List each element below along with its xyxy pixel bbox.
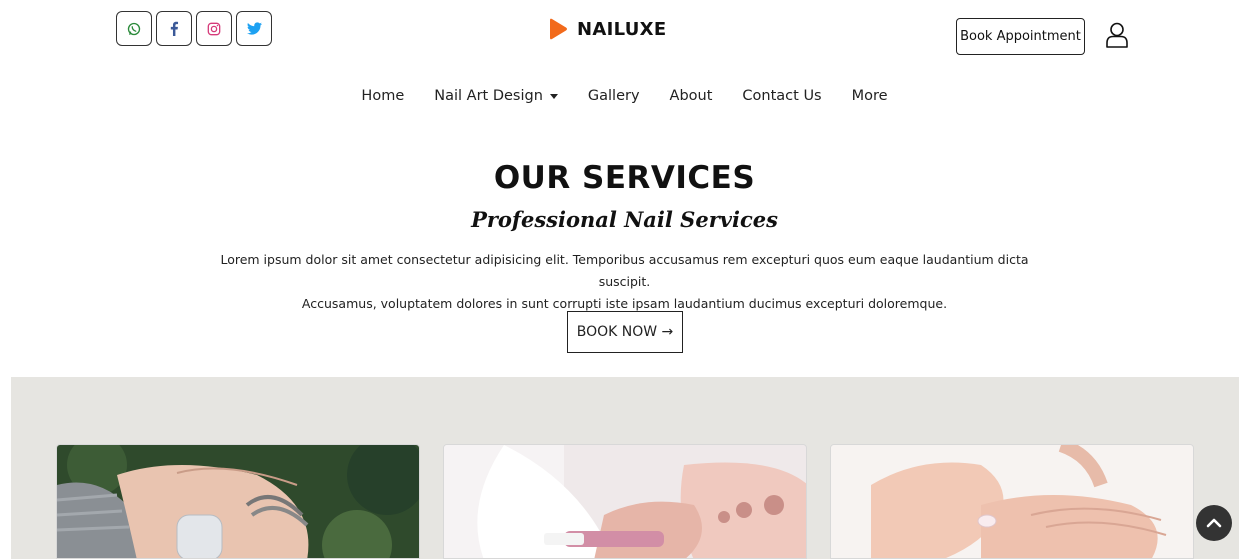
service-image-3 <box>831 445 1193 558</box>
service-card-2[interactable] <box>443 444 807 559</box>
description-line-1: Lorem ipsum dolor sit amet consectetur a… <box>220 252 1029 289</box>
facebook-button[interactable] <box>156 11 192 46</box>
section-title: OUR SERVICES <box>493 160 756 196</box>
service-card-1[interactable] <box>56 444 420 559</box>
brand-name: NAILUXE <box>577 18 667 40</box>
nav-more[interactable]: More <box>837 86 903 106</box>
twitter-button[interactable] <box>236 11 272 46</box>
nav-nail-art-design-label: Nail Art Design <box>434 88 543 104</box>
section-subtitle: Professional Nail Services <box>471 207 778 232</box>
nav-nail-art-design[interactable]: Nail Art Design <box>419 86 573 106</box>
nav-about[interactable]: About <box>655 86 728 106</box>
service-card-3[interactable] <box>830 444 1194 559</box>
whatsapp-icon <box>127 22 141 35</box>
user-icon[interactable] <box>1105 22 1129 48</box>
nav-gallery[interactable]: Gallery <box>573 86 655 106</box>
chevron-up-icon <box>1206 518 1222 528</box>
service-image-1 <box>57 445 419 558</box>
twitter-icon <box>246 22 262 35</box>
book-appointment-button[interactable]: Book Appointment <box>956 18 1085 55</box>
book-now-button[interactable]: BOOK NOW → <box>567 311 683 353</box>
section-description: Lorem ipsum dolor sit amet consectetur a… <box>200 249 1049 315</box>
social-links <box>116 11 272 46</box>
instagram-icon <box>207 22 221 35</box>
service-image-2 <box>444 445 806 558</box>
brand-mark-icon <box>550 18 567 40</box>
whatsapp-button[interactable] <box>116 11 152 46</box>
brand-logo[interactable]: NAILUXE <box>548 18 666 40</box>
instagram-button[interactable] <box>196 11 232 46</box>
caret-down-icon <box>549 93 558 99</box>
main-nav: Home Nail Art Design Gallery About Conta… <box>0 86 1249 106</box>
nav-home[interactable]: Home <box>346 86 419 106</box>
nav-contact-us[interactable]: Contact Us <box>727 86 836 106</box>
facebook-icon <box>170 21 179 36</box>
scroll-to-top-button[interactable] <box>1196 505 1232 541</box>
